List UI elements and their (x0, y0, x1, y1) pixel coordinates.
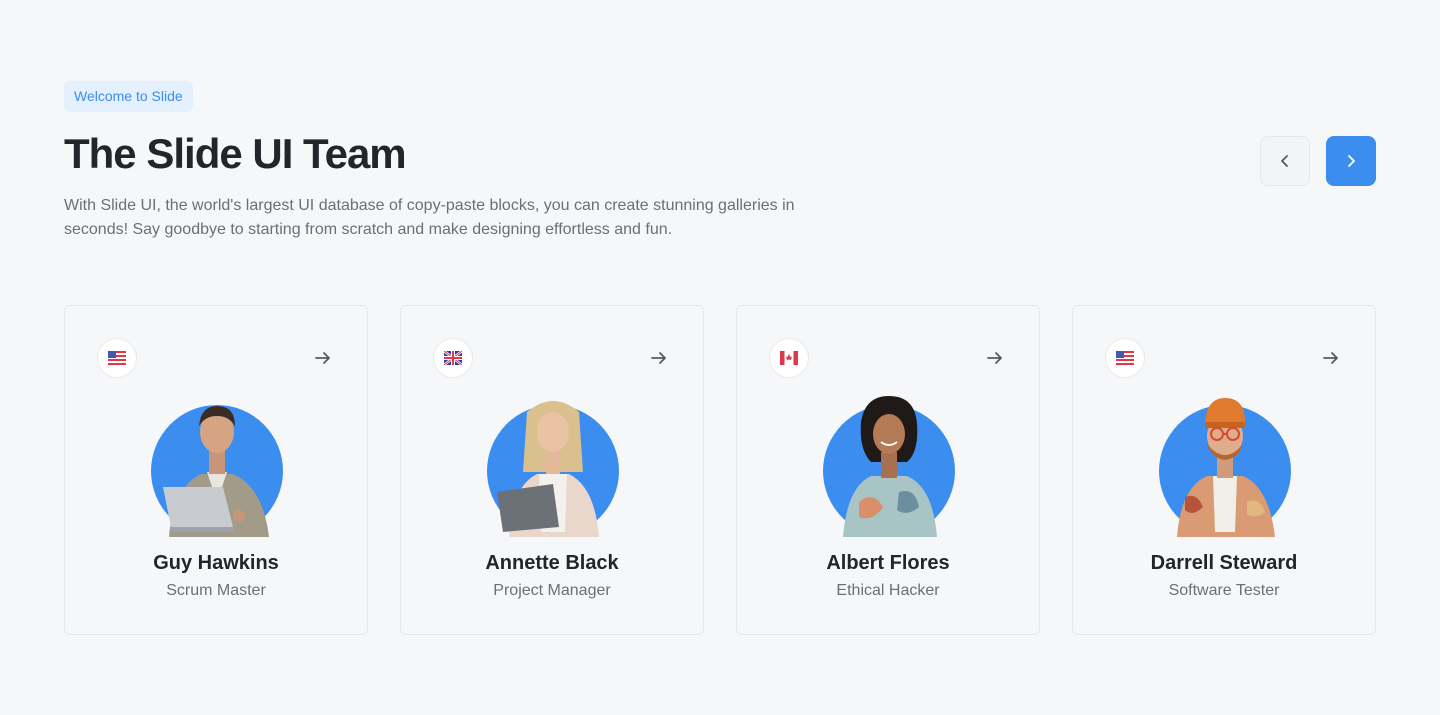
previous-button[interactable] (1260, 136, 1310, 186)
avatar (823, 396, 955, 537)
page-title: The Slide UI Team (64, 130, 407, 177)
arrow-right-icon[interactable] (647, 346, 671, 370)
welcome-badge: Welcome to Slide (64, 81, 193, 112)
arrow-right-icon[interactable] (1319, 346, 1343, 370)
us-flag-icon (97, 338, 137, 378)
page-description: With Slide UI, the world's largest UI da… (64, 197, 795, 238)
member-name: Annette Black (485, 552, 619, 574)
team-card[interactable]: Darrell Steward Software Tester (1072, 305, 1376, 635)
arrow-right-icon[interactable] (311, 346, 335, 370)
member-role: Ethical Hacker (836, 582, 940, 599)
member-name: Guy Hawkins (153, 552, 279, 574)
member-name: Darrell Steward (1150, 552, 1298, 574)
avatar (487, 401, 619, 537)
next-button[interactable] (1326, 136, 1376, 186)
team-card[interactable]: Guy Hawkins Scrum Master (64, 305, 368, 635)
arrow-right-icon[interactable] (983, 346, 1007, 370)
member-role: Project Manager (493, 582, 611, 599)
team-card[interactable]: Albert Flores Ethical Hacker (736, 305, 1040, 635)
ca-flag-icon (769, 338, 809, 378)
chevron-left-icon (1281, 155, 1288, 167)
member-role: Scrum Master (166, 582, 266, 599)
avatar (1159, 398, 1291, 537)
team-card[interactable]: Annette Black Project Manager (400, 305, 704, 635)
avatar (151, 405, 283, 537)
uk-flag-icon (433, 338, 473, 378)
member-name: Albert Flores (826, 552, 950, 574)
us-flag-icon (1105, 338, 1145, 378)
chevron-right-icon (1348, 155, 1355, 167)
member-role: Software Tester (1168, 582, 1280, 599)
team-cards: Guy Hawkins Scrum Master Annette Black P… (64, 305, 1376, 635)
